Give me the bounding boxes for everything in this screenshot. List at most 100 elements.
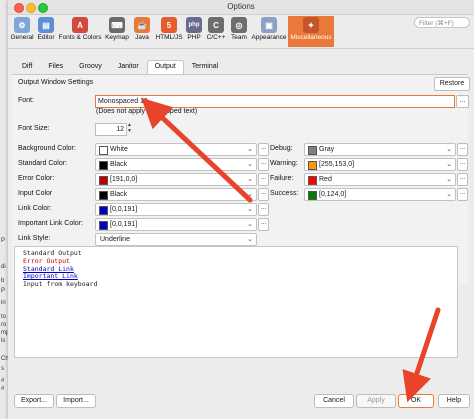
stepper-down-icon[interactable]: ▼ <box>126 128 133 134</box>
chevron-down-icon: ⌄ <box>247 191 253 198</box>
category-toolbar: ⚙ General ▤ Editor A Fonts & Colors ⌨ Ke… <box>8 15 474 49</box>
category-java[interactable]: ☕ Java <box>132 16 152 47</box>
important-link-color-label: Important Link Color: <box>18 220 83 227</box>
php-icon: php <box>186 17 202 33</box>
warning-color-more-button[interactable]: ... <box>457 158 468 171</box>
important-link-color-more-button[interactable]: ... <box>258 218 269 231</box>
tab-terminal[interactable]: Terminal <box>184 60 226 74</box>
combo-value: [255,153,0] <box>319 161 355 168</box>
export-button[interactable]: Export... <box>14 394 54 408</box>
preview-input: Input from keyboard <box>23 280 98 289</box>
bg-fragment: P <box>1 238 6 244</box>
font-size-field[interactable]: 12 <box>95 123 127 136</box>
tab-janitor[interactable]: Janitor <box>110 60 147 74</box>
link-color-label: Link Color: <box>18 205 52 212</box>
debug-color-more-button[interactable]: ... <box>457 143 468 156</box>
important-link-color-combo[interactable]: [0,0,191] ⌄ <box>95 218 257 231</box>
font-field[interactable]: Monospaced 12 <box>95 95 455 108</box>
tab-output[interactable]: Output <box>146 60 184 74</box>
tab-files[interactable]: Files <box>40 60 71 74</box>
font-size-stepper[interactable]: ▲ ▼ <box>126 122 133 135</box>
category-php[interactable]: php PHP <box>185 16 203 47</box>
background-color-more-button[interactable]: ... <box>258 143 269 156</box>
category-editor[interactable]: ▤ Editor <box>35 16 57 47</box>
bg-fragment: ls <box>1 338 6 344</box>
bg-fragment: b <box>1 278 5 284</box>
link-color-more-button[interactable]: ... <box>258 203 269 216</box>
filter-search-input[interactable]: Filter (⌘+F) <box>414 17 470 28</box>
section-title: Output Window Settings <box>18 79 94 86</box>
color-swatch <box>99 191 108 200</box>
success-color-more-button[interactable]: ... <box>457 188 468 201</box>
import-button[interactable]: Import... <box>56 394 96 408</box>
warning-color-combo[interactable]: [255,153,0] ⌄ <box>304 158 456 171</box>
tab-groovy[interactable]: Groovy <box>71 60 110 74</box>
title-bar: Options <box>8 0 474 15</box>
combo-value: Red <box>319 176 332 183</box>
failure-color-more-button[interactable]: ... <box>457 173 468 186</box>
apply-button[interactable]: Apply <box>356 394 396 408</box>
combo-value: [0,124,0] <box>319 191 347 198</box>
debug-color-combo[interactable]: Gray ⌄ <box>304 143 456 156</box>
error-color-label: Error Color: <box>18 175 55 182</box>
bg-fragment: in <box>1 300 6 306</box>
failure-color-combo[interactable]: Red ⌄ <box>304 173 456 186</box>
category-label: Keymap <box>105 34 129 41</box>
chevron-down-icon: ⌄ <box>446 161 452 168</box>
standard-color-more-button[interactable]: ... <box>258 158 269 171</box>
combo-value: [0,0,191] <box>110 221 138 228</box>
tab-diff[interactable]: Diff <box>14 60 40 74</box>
category-appearance[interactable]: ▣ Appearance <box>251 16 287 47</box>
bg-fragment: s <box>1 366 4 372</box>
link-style-label: Link Style: <box>18 235 51 242</box>
restore-button[interactable]: Restore <box>434 77 470 91</box>
input-color-label: Input Color <box>18 190 53 197</box>
combo-value: Black <box>110 161 128 168</box>
ok-button[interactable]: OK <box>398 394 434 408</box>
link-style-combo[interactable]: Underline ⌄ <box>95 233 257 246</box>
help-button[interactable]: Help <box>438 394 470 408</box>
category-label: PHP <box>187 34 201 41</box>
category-miscellaneous[interactable]: ✦ Miscellaneous <box>288 16 334 47</box>
subcategory-tabs: Diff Files Groovy Janitor Output Termina… <box>14 60 226 74</box>
category-general[interactable]: ⚙ General <box>9 16 35 47</box>
combo-value: [191,0,0] <box>110 176 138 183</box>
warning-color-label: Warning: <box>270 160 298 167</box>
category-team[interactable]: ◎ Team <box>228 16 250 47</box>
color-swatch <box>308 176 317 185</box>
category-cpp[interactable]: C C/C++ <box>204 16 228 47</box>
preview-standard-link[interactable]: Standard Link <box>23 265 457 274</box>
error-color-combo[interactable]: [191,0,0] ⌄ <box>95 173 257 186</box>
font-browse-button[interactable]: ... <box>456 95 469 108</box>
color-swatch <box>308 161 317 170</box>
category-label: Fonts & Colors <box>58 34 102 41</box>
input-color-more-button[interactable]: ... <box>258 188 269 201</box>
combo-value: Black <box>110 191 128 198</box>
color-swatch <box>99 176 108 185</box>
category-keymap[interactable]: ⌨ Keymap <box>103 16 131 47</box>
chevron-down-icon: ⌄ <box>247 236 253 243</box>
chevron-down-icon: ⌄ <box>247 176 253 183</box>
team-icon: ◎ <box>231 17 247 33</box>
preview-error-output: Error Output <box>23 256 70 265</box>
category-html-js[interactable]: 5 HTML/JS <box>153 16 185 47</box>
link-color-combo[interactable]: [0,0,191] ⌄ <box>95 203 257 216</box>
color-swatch <box>308 146 317 155</box>
standard-color-combo[interactable]: Black ⌄ <box>95 158 257 171</box>
background-color-label: Background Color: <box>18 145 76 152</box>
miscellaneous-icon: ✦ <box>303 17 319 33</box>
success-color-combo[interactable]: [0,124,0] ⌄ <box>304 188 456 201</box>
category-fonts-colors[interactable]: A Fonts & Colors <box>57 16 103 47</box>
combo-value: Underline <box>100 236 130 243</box>
debug-color-label: Debug: <box>270 145 293 152</box>
cancel-button[interactable]: Cancel <box>314 394 354 408</box>
failure-color-label: Failure: <box>270 175 294 182</box>
chevron-down-icon: ⌄ <box>446 176 452 183</box>
bg-fragment: # <box>1 378 5 384</box>
input-color-combo[interactable]: Black ⌄ <box>95 188 257 201</box>
font-label: Font: <box>18 97 34 104</box>
appearance-icon: ▣ <box>261 17 277 33</box>
error-color-more-button[interactable]: ... <box>258 173 269 186</box>
background-color-combo[interactable]: White ⌄ <box>95 143 257 156</box>
category-label: Team <box>231 34 247 41</box>
